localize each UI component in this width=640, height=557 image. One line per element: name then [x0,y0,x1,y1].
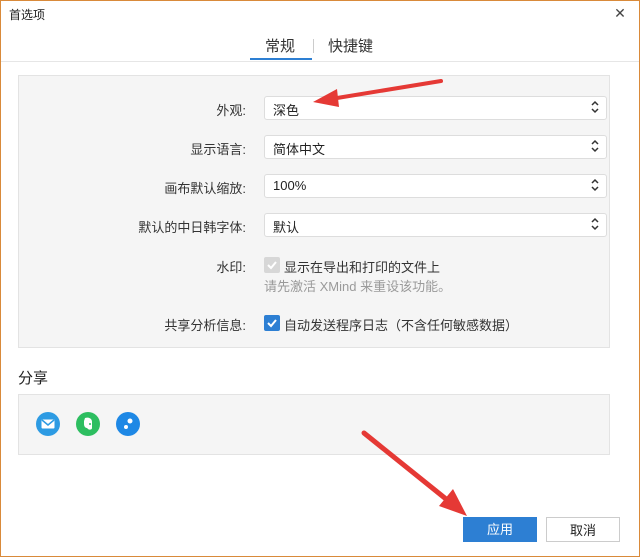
analytics-checkbox[interactable] [264,315,280,331]
watermark-option-text: 显示在导出和打印的文件上 [284,260,441,275]
analytics-label: 共享分析信息: [164,318,246,333]
updown-chevron-icon [591,139,599,153]
updown-chevron-icon [591,100,599,114]
tab-separator [313,39,314,53]
display-language-value: 简体中文 [273,142,326,157]
cjk-font-select[interactable]: 默认 [264,213,607,237]
cjk-font-value: 默认 [273,220,300,235]
title-bar: 首选项 ✕ [1,1,639,27]
appearance-value: 深色 [273,103,300,118]
canvas-zoom-value: 100% [273,178,307,193]
window-title: 首选项 [9,8,46,22]
checkmark-icon [267,261,277,270]
email-icon[interactable] [36,412,60,436]
close-icon[interactable]: ✕ [611,4,629,22]
evernote-icon[interactable] [76,412,100,436]
preferences-window: 首选项 ✕ 常规 快捷键 外观: 深色 显示语言: 简体中文 画布默认缩放: 1… [0,0,640,557]
watermark-checkbox[interactable] [264,257,280,273]
tab-divider [1,61,639,62]
appearance-label: 外观: [216,103,246,118]
updown-chevron-icon [591,178,599,192]
watermark-hint: 请先激活 XMind 来重设该功能。 [264,279,452,294]
watermark-label: 水印: [216,260,246,275]
display-language-label: 显示语言: [190,142,246,157]
active-tab-indicator [250,58,312,60]
cancel-button[interactable]: 取消 [546,517,620,542]
canvas-zoom-label: 画布默认缩放: [164,181,246,196]
tab-shortcuts[interactable]: 快捷键 [328,35,373,56]
apply-button[interactable]: 应用 [463,517,537,542]
display-language-select[interactable]: 简体中文 [264,135,607,159]
tab-general[interactable]: 常规 [265,35,295,56]
updown-chevron-icon [591,217,599,231]
analytics-option-text: 自动发送程序日志（不含任何敏感数据） [284,318,519,333]
share-section-title: 分享 [18,370,49,387]
general-settings-panel: 外观: 深色 显示语言: 简体中文 画布默认缩放: 100% 默认的中日韩字体:… [18,75,610,348]
canvas-zoom-select[interactable]: 100% [264,174,607,198]
checkmark-icon [267,319,277,328]
share-app-icon[interactable] [116,412,140,436]
tab-bar: 常规 快捷键 [1,29,639,61]
share-panel [18,394,610,455]
cjk-font-label: 默认的中日韩字体: [138,220,246,235]
appearance-select[interactable]: 深色 [264,96,607,120]
